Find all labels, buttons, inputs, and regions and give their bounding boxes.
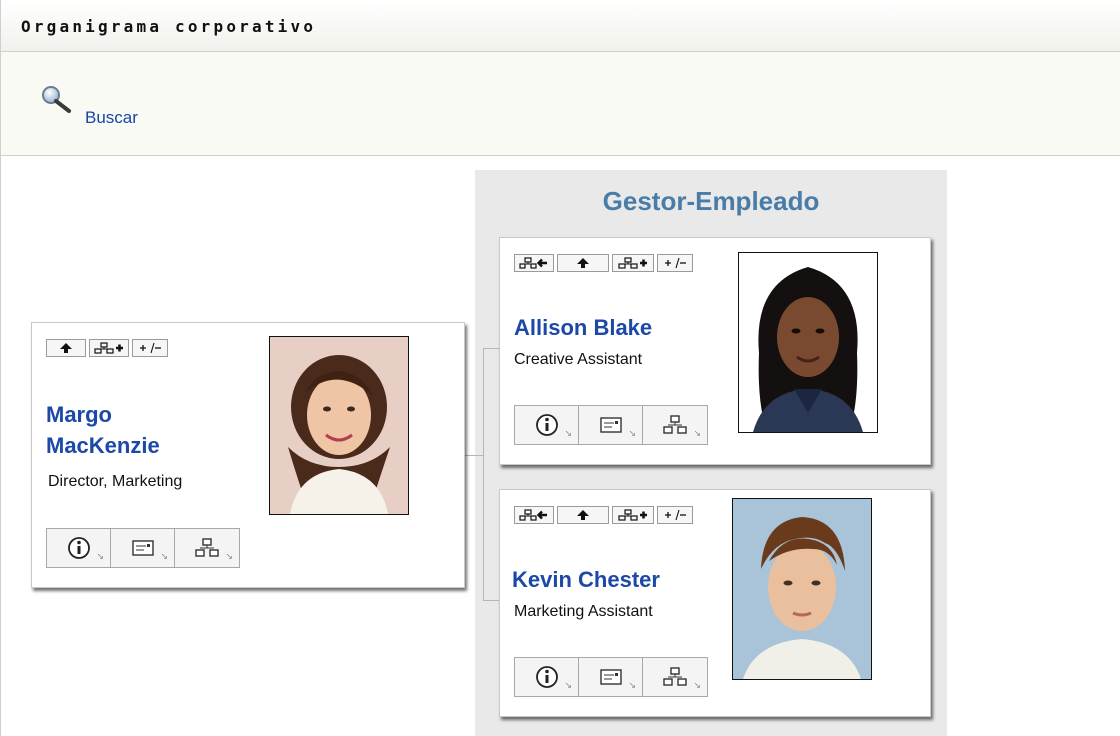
add-relationship-icon: [94, 342, 123, 354]
up-arrow-icon: [577, 510, 589, 520]
org-chart-button[interactable]: ↘: [175, 529, 239, 567]
title-bar: Organigrama corporativo: [1, 0, 1120, 52]
page-title: Organigrama corporativo: [21, 17, 317, 36]
person-role: Director, Marketing: [48, 473, 183, 490]
card-button-row: [514, 506, 693, 524]
info-button[interactable]: ↘: [47, 529, 111, 567]
person-card-margo: Margo MacKenzie Director, Marketing ↘ ↘ …: [31, 322, 465, 588]
menu-corner-icon: ↘: [564, 681, 572, 691]
expand-collapse-button[interactable]: [132, 339, 168, 357]
add-relationship-icon: [618, 257, 647, 269]
menu-corner-icon: ↘: [225, 552, 233, 562]
card-actions: ↘ ↘ ↘: [514, 657, 708, 697]
add-relationship-icon: [618, 509, 647, 521]
info-icon: [67, 537, 90, 559]
expand-collapse-button[interactable]: [657, 254, 693, 272]
person-name-link[interactable]: Kevin Chester: [512, 564, 660, 595]
email-icon: [599, 417, 622, 433]
expand-collapse-icon: [140, 342, 161, 354]
toolbar: [1, 52, 1120, 156]
expand-collapse-button[interactable]: [657, 506, 693, 524]
connector-trunk: [483, 348, 484, 601]
connector-top: [483, 348, 499, 349]
person-first-name: Margo: [46, 402, 112, 427]
menu-corner-icon: ↘: [564, 429, 572, 439]
email-button[interactable]: ↘: [579, 658, 643, 696]
person-photo: [738, 252, 878, 433]
add-relationship-button[interactable]: [612, 254, 654, 272]
person-role: Marketing Assistant: [514, 603, 653, 620]
show-hierarchy-icon: [519, 509, 547, 521]
email-icon: [131, 540, 154, 556]
info-button[interactable]: ↘: [515, 406, 579, 444]
person-name-link[interactable]: Margo MacKenzie: [46, 399, 160, 461]
up-arrow-icon: [577, 258, 589, 268]
up-button[interactable]: [557, 506, 609, 524]
person-photo: [269, 336, 409, 515]
up-button[interactable]: [557, 254, 609, 272]
menu-corner-icon: ↘: [693, 429, 701, 439]
connector-bottom: [483, 600, 499, 601]
org-chart-app: Organigrama corporativo Buscar Gestor-Em…: [0, 0, 1120, 736]
info-icon: [535, 666, 558, 688]
card-button-row: [514, 254, 693, 272]
menu-corner-icon: ↘: [693, 681, 701, 691]
menu-corner-icon: ↘: [628, 429, 636, 439]
org-chart-button[interactable]: ↘: [643, 406, 707, 444]
show-hierarchy-icon: [519, 257, 547, 269]
menu-corner-icon: ↘: [628, 681, 636, 691]
person-role: Creative Assistant: [514, 351, 643, 368]
add-relationship-button[interactable]: [89, 339, 129, 357]
org-chart-icon: [663, 667, 687, 686]
menu-corner-icon: ↘: [160, 552, 168, 562]
connector-root: [465, 455, 483, 456]
email-button[interactable]: ↘: [111, 529, 175, 567]
email-icon: [599, 669, 622, 685]
expand-collapse-icon: [665, 509, 686, 521]
show-hierarchy-button[interactable]: [514, 254, 554, 272]
panel-title: Gestor-Empleado: [602, 186, 820, 216]
person-card-allison: Allison Blake Creative Assistant ↘ ↘ ↘: [499, 237, 931, 465]
org-chart-icon: [663, 415, 687, 434]
expand-collapse-icon: [665, 257, 686, 269]
person-card-kevin: Kevin Chester Marketing Assistant ↘ ↘ ↘: [499, 489, 931, 717]
add-relationship-button[interactable]: [612, 506, 654, 524]
org-chart-button[interactable]: ↘: [643, 658, 707, 696]
up-button[interactable]: [46, 339, 86, 357]
org-chart-icon: [195, 538, 219, 557]
info-icon: [535, 414, 558, 436]
person-name-link[interactable]: Allison Blake: [514, 312, 652, 343]
card-actions: ↘ ↘ ↘: [514, 405, 708, 445]
person-last-name: MacKenzie: [46, 433, 160, 458]
card-button-row: [46, 339, 168, 357]
card-actions: ↘ ↘ ↘: [46, 528, 240, 568]
show-hierarchy-button[interactable]: [514, 506, 554, 524]
info-button[interactable]: ↘: [515, 658, 579, 696]
email-button[interactable]: ↘: [579, 406, 643, 444]
up-arrow-icon: [60, 343, 72, 353]
person-photo: [732, 498, 872, 680]
menu-corner-icon: ↘: [96, 552, 104, 562]
search-label: Buscar: [85, 108, 138, 127]
magnifier-icon: [39, 84, 77, 120]
